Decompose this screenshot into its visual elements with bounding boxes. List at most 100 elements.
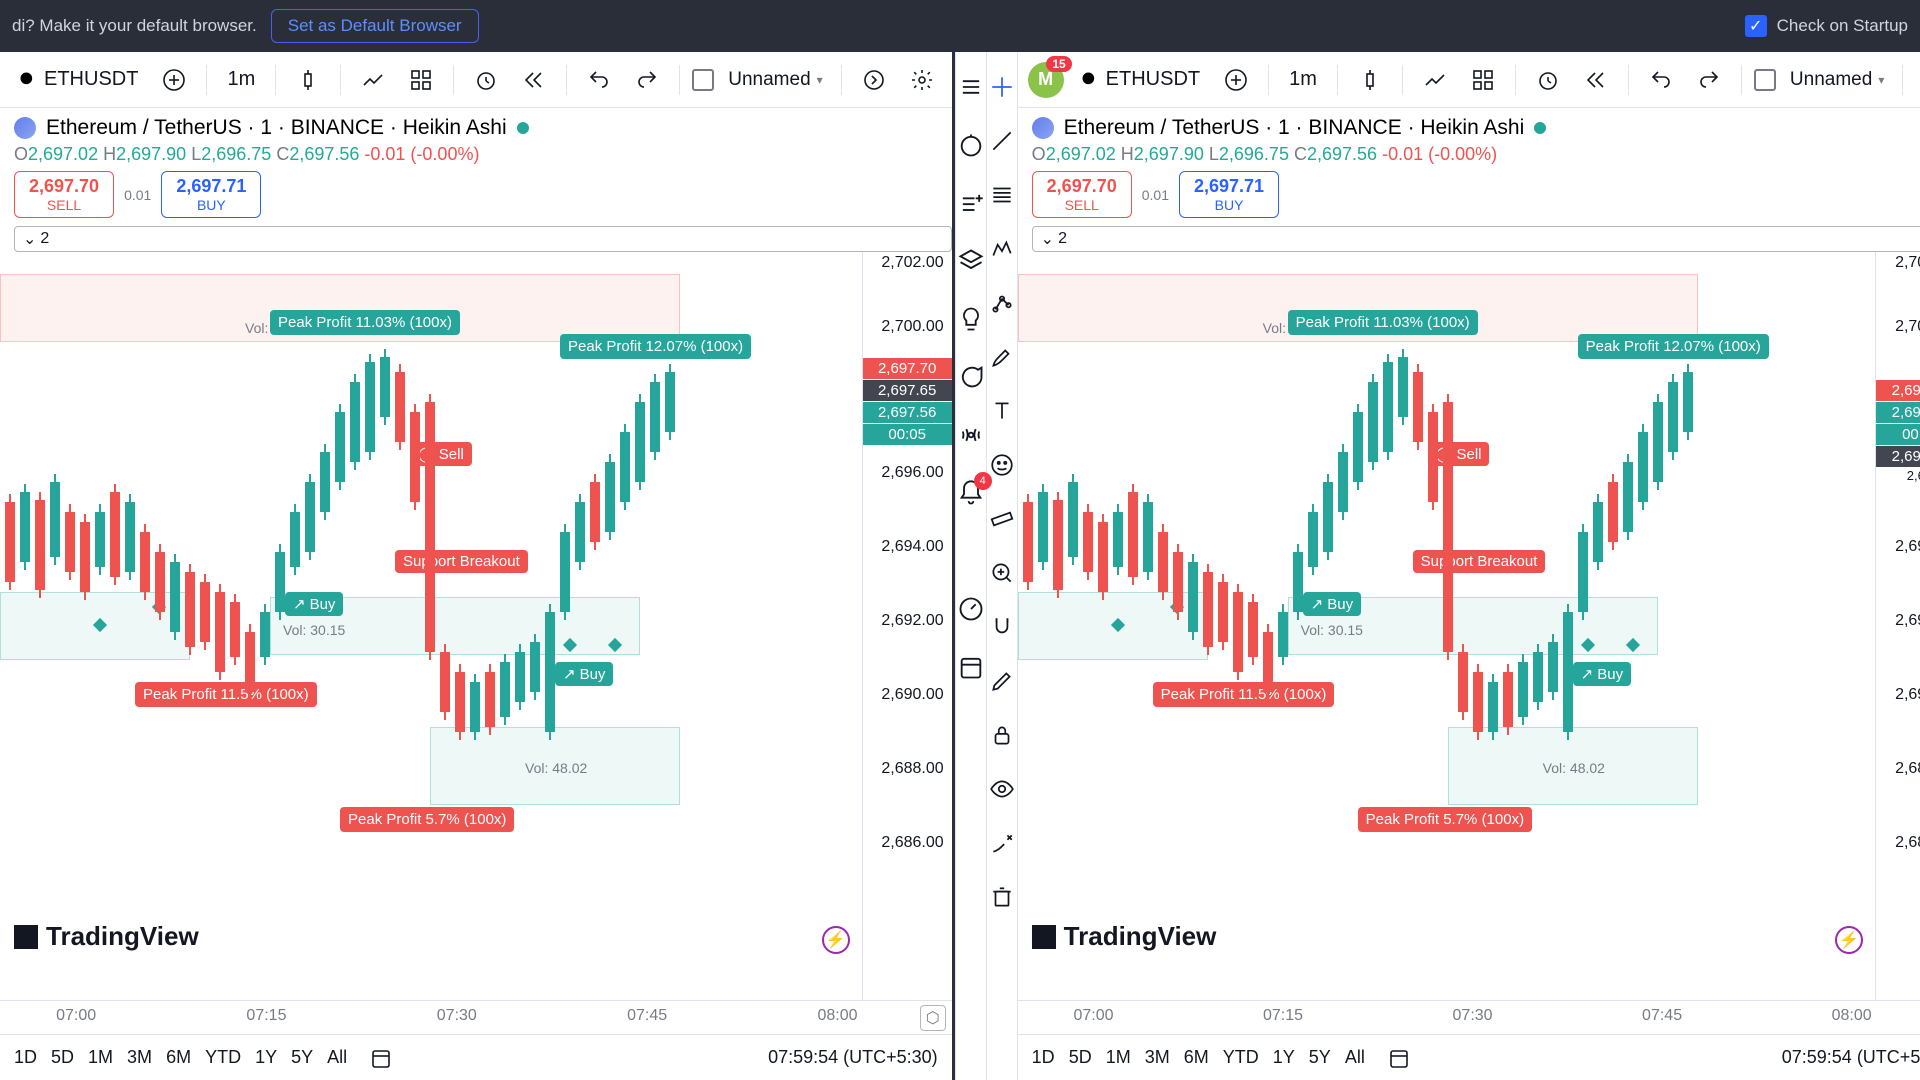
price-label-last: 2,697.56 — [1876, 402, 1920, 423]
range-5d[interactable]: 5D — [1069, 1047, 1092, 1068]
edit-tool[interactable] — [987, 666, 1017, 696]
emoji-tool[interactable] — [987, 450, 1017, 480]
sell-button[interactable]: 2,697.70SELL — [1032, 171, 1132, 218]
eye-tool[interactable] — [987, 774, 1017, 804]
crosshair-tool[interactable] — [987, 72, 1017, 102]
range-5y[interactable]: 5Y — [291, 1047, 313, 1068]
projection-tool[interactable] — [987, 288, 1017, 318]
streams-icon[interactable] — [956, 420, 986, 450]
time-axis[interactable]: 07:00 07:15 07:30 07:45 08:00 ⬡ — [0, 1000, 952, 1034]
redo-button[interactable] — [627, 60, 667, 100]
alert-button[interactable] — [466, 60, 506, 100]
undo-button[interactable] — [1641, 60, 1681, 100]
time-axis[interactable]: 07:00 07:15 07:30 07:45 08:00 ⬡ — [1018, 1000, 1920, 1034]
symbol-search[interactable]: ETHUSDT — [10, 64, 146, 95]
brush-tool[interactable] — [987, 342, 1017, 372]
zoom-tool[interactable] — [987, 558, 1017, 588]
range-5d[interactable]: 5D — [51, 1047, 74, 1068]
alerts-icon[interactable] — [956, 130, 986, 160]
range-all[interactable]: All — [1345, 1047, 1365, 1068]
layers-icon[interactable] — [956, 246, 986, 276]
range-6m[interactable]: 6M — [166, 1047, 191, 1068]
layout-name-dropdown[interactable]: Unnamed ▾ — [722, 65, 828, 95]
range-3m[interactable]: 3M — [1145, 1047, 1170, 1068]
sell-button[interactable]: 2,697.70 SELL — [14, 171, 114, 218]
clock[interactable]: 07:59:54 (UTC+5:30) — [1782, 1047, 1920, 1068]
alert-button[interactable] — [1528, 60, 1568, 100]
add-symbol-button[interactable] — [1216, 60, 1256, 100]
brush-delete-tool[interactable] — [987, 828, 1017, 858]
notifications-icon[interactable]: 4 — [956, 478, 986, 508]
interval-selector[interactable]: 1m — [219, 64, 263, 95]
range-ytd[interactable]: YTD — [1223, 1047, 1259, 1068]
magnet-tool[interactable] — [987, 612, 1017, 642]
ruler-tool[interactable] — [987, 504, 1017, 534]
text-tool[interactable] — [987, 396, 1017, 426]
lightning-icon[interactable]: ⚡ — [822, 926, 850, 954]
range-1m[interactable]: 1M — [88, 1047, 113, 1068]
candle-style-button[interactable] — [288, 60, 328, 100]
set-default-browser-button[interactable]: Set as Default Browser — [271, 9, 479, 43]
calendar-icon[interactable] — [956, 652, 986, 682]
layout-checkbox[interactable] — [692, 69, 714, 91]
range-1m[interactable]: 1M — [1106, 1047, 1131, 1068]
hotlist-add-icon[interactable] — [956, 188, 986, 218]
range-1d[interactable]: 1D — [14, 1047, 37, 1068]
clock[interactable]: 07:59:54 (UTC+5:30) — [768, 1047, 938, 1068]
lightning-icon[interactable]: ⚡ — [1835, 926, 1863, 954]
goto-date-button[interactable] — [361, 1038, 401, 1078]
goto-date-button[interactable] — [1379, 1038, 1419, 1078]
pattern-tool[interactable] — [987, 234, 1017, 264]
chart-plot-area[interactable]: Vol: [ {"x":5,"t":250,"h":80,"d":"dn"},{… — [0, 252, 862, 1000]
indicators-button[interactable] — [353, 60, 393, 100]
axis-tick: 2,696.00 — [881, 464, 943, 482]
dashboard-icon[interactable] — [956, 594, 986, 624]
symbol-search[interactable]: ETHUSDT — [1072, 64, 1208, 95]
check-startup-checkbox[interactable]: ✓ — [1745, 15, 1767, 37]
indicator-count-chip[interactable]: ⌄ 2 — [14, 226, 952, 252]
ideas-icon[interactable] — [956, 304, 986, 334]
trash-tool[interactable] — [987, 882, 1017, 912]
lock-tool[interactable] — [987, 720, 1017, 750]
layout-checkbox[interactable] — [1754, 69, 1776, 91]
axis-tick: 07:45 — [1642, 1007, 1682, 1025]
range-6m[interactable]: 6M — [1184, 1047, 1209, 1068]
replay-button[interactable] — [1576, 60, 1616, 100]
range-1y[interactable]: 1Y — [1273, 1047, 1295, 1068]
trendline-tool[interactable] — [987, 126, 1017, 156]
quick-search-button[interactable] — [1915, 60, 1920, 100]
replay-button[interactable] — [514, 60, 554, 100]
watchlist-icon[interactable] — [956, 72, 986, 102]
settings-button[interactable] — [902, 60, 942, 100]
interval-selector[interactable]: 1m — [1281, 64, 1325, 95]
range-ytd[interactable]: YTD — [205, 1047, 241, 1068]
axis-settings-button[interactable]: ⬡ — [920, 1005, 946, 1031]
chart-plot-area[interactable]: Vol: Peak Profit 11.03% (100x) Peak Prof… — [1018, 252, 1876, 1000]
chat-icon[interactable] — [956, 362, 986, 392]
axis-tick: 2,688.00 — [1895, 760, 1920, 778]
candle-style-button[interactable] — [1350, 60, 1390, 100]
range-3m[interactable]: 3M — [127, 1047, 152, 1068]
undo-button[interactable] — [579, 60, 619, 100]
signal-peak-profit: Peak Profit 11.03% (100x) — [1288, 310, 1478, 335]
layout-grid-button[interactable] — [1463, 60, 1503, 100]
indicator-count-chip[interactable]: ⌄2 — [1032, 226, 1920, 252]
buy-button[interactable]: 2,697.71 BUY — [161, 171, 261, 218]
layout-grid-button[interactable] — [401, 60, 441, 100]
add-symbol-button[interactable] — [154, 60, 194, 100]
user-avatar[interactable]: M 15 — [1028, 62, 1064, 98]
buy-button[interactable]: 2,697.71BUY — [1179, 171, 1279, 218]
layout-name-dropdown[interactable]: Unnamed ▾ — [1784, 65, 1890, 95]
range-5y[interactable]: 5Y — [1309, 1047, 1331, 1068]
price-axis[interactable]: 2,702.00 2,700.00 2,697.70 2,697.56 00:0… — [1875, 252, 1920, 1000]
price-axis[interactable]: 2,702.00 2,700.00 2,697.70 2,697.65 2,69… — [862, 252, 952, 1000]
axis-tick: 2,694.00 — [1895, 538, 1920, 556]
range-1y[interactable]: 1Y — [255, 1047, 277, 1068]
range-1d[interactable]: 1D — [1032, 1047, 1055, 1068]
quick-search-button[interactable] — [854, 60, 894, 100]
range-all[interactable]: All — [327, 1047, 347, 1068]
indicators-button[interactable] — [1415, 60, 1455, 100]
redo-button[interactable] — [1689, 60, 1729, 100]
signal-peak-profit: Peak Profit 12.07% (100x) — [1578, 334, 1769, 359]
fib-tool[interactable] — [987, 180, 1017, 210]
